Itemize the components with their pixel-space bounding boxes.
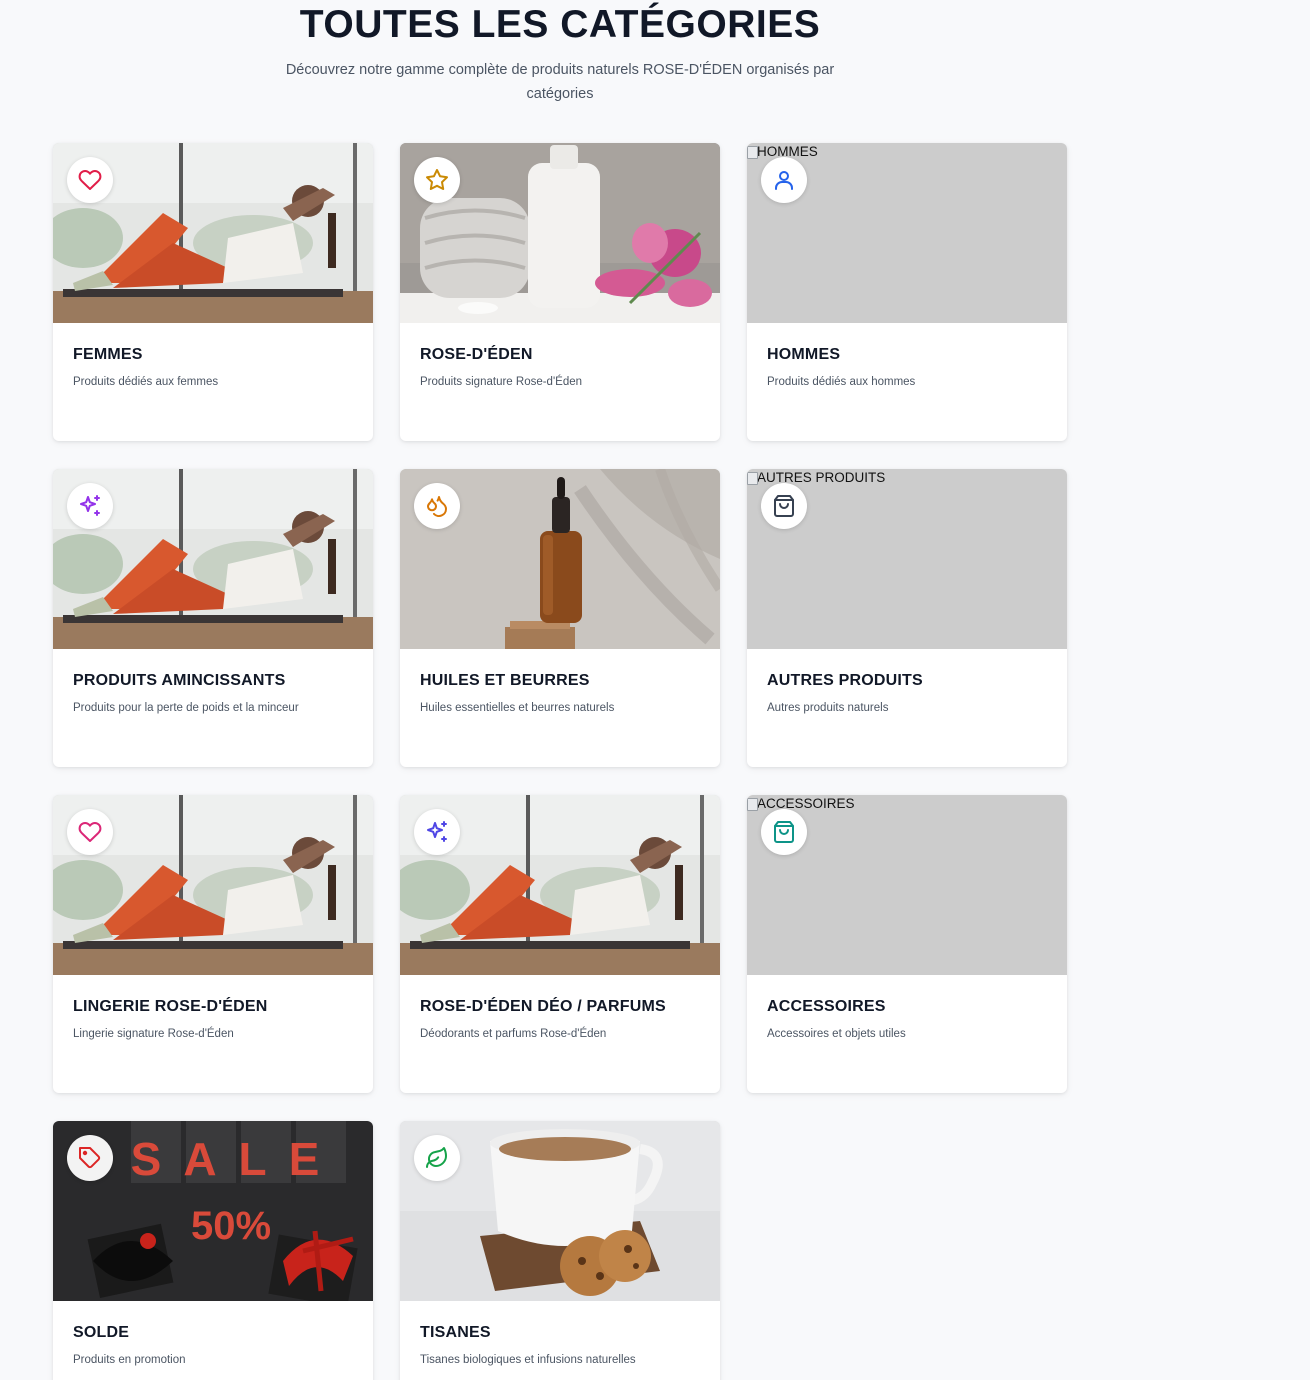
image-alt-text: ACCESSOIRES: [747, 796, 855, 812]
category-card-femmes[interactable]: FEMMES Produits dédiés aux femmes: [53, 143, 373, 441]
sale-text: SALE: [131, 1133, 342, 1185]
category-card-hommes[interactable]: HOMMES HOMMES Produits dédiés aux hommes: [747, 143, 1067, 441]
category-description: Produits pour la perte de poids et la mi…: [73, 702, 299, 714]
page-header: TOUTES LES CATÉGORIES Découvrez notre ga…: [0, 0, 1120, 106]
category-title: LINGERIE ROSE-D'ÉDEN: [73, 998, 268, 1015]
category-image: [53, 143, 373, 323]
category-image: [400, 1121, 720, 1301]
sparkles-icon: [80, 495, 100, 516]
category-image-broken: ACCESSOIRES: [747, 795, 1067, 975]
category-description: Produits en promotion: [73, 1354, 186, 1366]
category-image-broken: AUTRES PRODUITS: [747, 469, 1067, 649]
heart-icon: [78, 822, 102, 842]
category-title: HOMMES: [767, 346, 841, 363]
star-icon: [426, 169, 448, 190]
shopping-bag-icon: [774, 495, 794, 517]
image-alt-text: AUTRES PRODUITS: [747, 470, 885, 486]
category-card-solde[interactable]: SALE 50% SOLDE Produits en promotion: [53, 1121, 373, 1380]
category-description: Tisanes biologiques et infusions naturel…: [420, 1354, 636, 1366]
heart-icon-badge: [67, 809, 113, 855]
category-image: SALE 50%: [53, 1121, 373, 1301]
category-description: Produits dédiés aux femmes: [73, 376, 219, 388]
user-icon: [775, 171, 793, 190]
category-title: SOLDE: [73, 1324, 130, 1341]
star-icon-badge: [414, 157, 460, 203]
shopping-bag-icon-badge: [761, 483, 807, 529]
category-card-deo-parfums[interactable]: ROSE-D'ÉDEN DÉO / PARFUMS Déodorants et …: [400, 795, 720, 1093]
droplets-icon-badge: [414, 483, 460, 529]
category-title: AUTRES PRODUITS: [767, 672, 923, 689]
category-card-accessoires[interactable]: ACCESSOIRES ACCESSOIRES Accessoires et o…: [747, 795, 1067, 1093]
tag-icon: [79, 1147, 101, 1169]
category-title: ROSE-D'ÉDEN DÉO / PARFUMS: [420, 998, 666, 1015]
category-description: Lingerie signature Rose-d'Éden: [73, 1028, 234, 1040]
page-title: TOUTES LES CATÉGORIES: [299, 3, 821, 46]
category-image-broken: HOMMES: [747, 143, 1067, 323]
category-title: HUILES ET BEURRES: [420, 672, 590, 689]
category-description: Déodorants et parfums Rose-d'Éden: [420, 1028, 607, 1040]
category-description: Produits signature Rose-d'Éden: [420, 376, 583, 388]
category-description: Produits dédiés aux hommes: [767, 376, 916, 388]
category-image: [400, 143, 720, 323]
category-title: ACCESSOIRES: [767, 998, 886, 1015]
category-image: [53, 469, 373, 649]
category-card-tisanes[interactable]: TISANES Tisanes biologiques et infusions…: [400, 1121, 720, 1380]
category-card-produits-amincissants[interactable]: PRODUITS AMINCISSANTS Produits pour la p…: [53, 469, 373, 767]
sparkles-icon-badge: [414, 809, 460, 855]
user-icon-badge: [761, 157, 807, 203]
category-title: FEMMES: [73, 346, 143, 363]
category-image: [53, 795, 373, 975]
discount-text: 50%: [191, 1204, 271, 1248]
leaf-icon-badge: [414, 1135, 460, 1181]
category-grid: FEMMES Produits dédiés aux femmes ROSE-D…: [53, 143, 1067, 1380]
category-image: [400, 469, 720, 649]
tag-icon-badge: [67, 1135, 113, 1181]
droplets-icon: [427, 496, 447, 517]
category-description: Autres produits naturels: [767, 702, 889, 714]
category-description: Huiles essentielles et beurres naturels: [420, 702, 615, 714]
category-image: [400, 795, 720, 975]
sparkles-icon: [427, 821, 447, 842]
category-description: Accessoires et objets utiles: [767, 1028, 906, 1040]
category-card-rose-d-eden[interactable]: ROSE-D'ÉDEN Produits signature Rose-d'Éd…: [400, 143, 720, 441]
sparkles-icon-badge: [67, 483, 113, 529]
shopping-bag-icon: [774, 821, 794, 843]
page-subtitle: Découvrez notre gamme complète de produi…: [285, 62, 835, 102]
category-title: TISANES: [420, 1324, 491, 1341]
category-card-huiles-et-beurres[interactable]: HUILES ET BEURRES Huiles essentielles et…: [400, 469, 720, 767]
category-title: ROSE-D'ÉDEN: [420, 346, 533, 363]
heart-icon: [78, 170, 102, 190]
category-card-lingerie-rose-d-eden[interactable]: LINGERIE ROSE-D'ÉDEN Lingerie signature …: [53, 795, 373, 1093]
heart-icon-badge: [67, 157, 113, 203]
category-title: PRODUITS AMINCISSANTS: [73, 672, 286, 689]
shopping-bag-icon-badge: [761, 809, 807, 855]
leaf-icon: [426, 1147, 447, 1168]
category-card-autres-produits[interactable]: AUTRES PRODUITS AUTRES PRODUITS Autres p…: [747, 469, 1067, 767]
